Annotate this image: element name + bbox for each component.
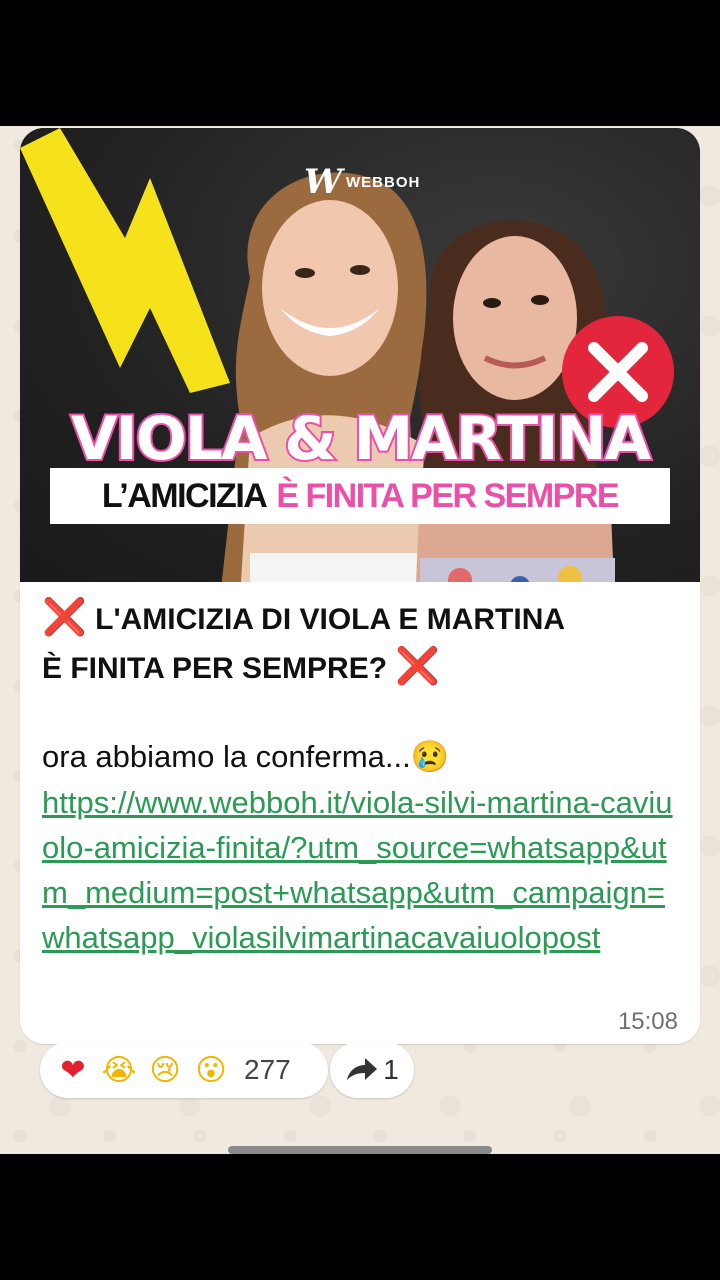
message-bubble[interactable]: W WEBBOH VIOLA & MARTINA L’AMICIZIA È FI… (20, 128, 700, 1044)
brand-name: WEBBOH (346, 173, 421, 191)
crying-face-icon: 😢 (410, 739, 450, 774)
image-headline: VIOLA & MARTINA (69, 402, 653, 476)
loudly-crying-reaction-icon: 😭 (101, 1052, 137, 1088)
home-indicator[interactable] (228, 1146, 492, 1154)
brand-logo: W WEBBOH (304, 162, 420, 202)
message-text: ❌ L'AMICIZIA DI VIOLA E MARTINA È FINITA… (42, 594, 682, 960)
subheadline-pink: È FINITA PER SEMPRE (276, 476, 619, 515)
cross-mark-icon: ❌ (42, 596, 87, 637)
status-bar-area (0, 0, 720, 126)
forward-arrow-icon (347, 1058, 378, 1080)
crying-reaction-icon: 😢 (149, 1052, 181, 1088)
reaction-count: 277 (244, 1054, 291, 1085)
message-image[interactable]: W WEBBOH VIOLA & MARTINA L’AMICIZIA È FI… (20, 128, 700, 582)
forward-count: 1 (383, 1054, 399, 1085)
message-title-line-2: È FINITA PER SEMPRE? ❌ (42, 643, 682, 692)
message-title-text-2: È FINITA PER SEMPRE? (42, 652, 388, 685)
message-body-text: ora abbiamo la conferma... (42, 739, 411, 774)
heart-reaction-icon: ❤ (60, 1052, 86, 1088)
message-title-text-1: L'AMICIZIA DI VIOLA E MARTINA (95, 603, 566, 636)
cross-mark-icon: ❌ (395, 645, 441, 686)
image-subheadline: L’AMICIZIA È FINITA PER SEMPRE (50, 468, 670, 524)
subheadline-black: L’AMICIZIA (101, 476, 268, 515)
webboh-logo-icon: W (304, 162, 343, 202)
reactions-pill[interactable]: ❤ 😭 😢 😮 277 (40, 1042, 328, 1098)
message-body: ora abbiamo la conferma...😢 (42, 734, 682, 780)
bottom-black-bar (0, 1154, 720, 1280)
article-link[interactable]: https://www.webboh.it/viola-silvi-martin… (42, 780, 678, 960)
forward-button[interactable]: 1 (330, 1042, 414, 1098)
surprised-reaction-icon: 😮 (195, 1052, 227, 1088)
message-timestamp: 15:08 (617, 1008, 678, 1035)
message-title-line-1: ❌ L'AMICIZIA DI VIOLA E MARTINA (42, 594, 682, 643)
